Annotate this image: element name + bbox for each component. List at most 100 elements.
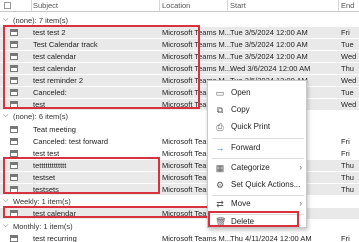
menu-item-label: Open [231, 88, 251, 97]
row-end: Fri [341, 137, 350, 146]
row-subject: Canceled: test forward [33, 137, 109, 146]
move-icon: ⇄ [216, 199, 224, 209]
menu-item-quick-print[interactable]: ⎙ Quick Print [208, 119, 308, 135]
column-subject[interactable]: Subject [33, 1, 58, 10]
calendar-icon [10, 89, 18, 96]
menu-item-label: Copy [231, 105, 250, 114]
row-subject: test calendar [33, 209, 76, 218]
copy-icon: ⧉ [216, 105, 224, 115]
row-start: Tue 3/5/2024 12:00 AM [230, 28, 308, 37]
calendar-icon [10, 150, 18, 157]
group-label: Monthly: 1 item(s) [13, 222, 73, 231]
column-header: Subject Location Start End [0, 0, 359, 12]
menu-item-label: Forward [231, 143, 261, 152]
chevron-down-icon[interactable]: ⌵ [3, 112, 8, 120]
calendar-icon [10, 77, 18, 84]
categorize-icon: ▦ [215, 163, 225, 173]
row-subject: test calendar [33, 52, 76, 61]
column-start[interactable]: Start [230, 1, 246, 10]
row-subject: tettttttttttttt [33, 161, 67, 170]
calendar-icon [10, 138, 18, 145]
menu-item-delete[interactable]: 🗑 Delete [208, 214, 308, 230]
chevron-right-icon: › [299, 163, 302, 172]
menu-item-label: Move [231, 199, 251, 208]
table-row[interactable]: test recurring Microsoft Teams M... Thu … [0, 233, 359, 242]
row-end: Fri [341, 234, 350, 242]
row-start: Thu 4/11/2024 12:00 AM [230, 234, 312, 242]
menu-item-categorize[interactable]: ▦ Categorize › [208, 160, 308, 176]
row-end: Wed [341, 52, 357, 61]
row-start: Wed 3/6/2024 12:00 AM [230, 64, 311, 73]
row-location: Microsoft Teams M... [162, 52, 232, 61]
column-divider [159, 0, 160, 12]
column-divider [31, 0, 32, 12]
row-end: Wed [341, 76, 357, 85]
context-menu: ▭ Open ⧉ Copy ⎙ Quick Print → Forward ▦ … [207, 80, 307, 228]
chevron-down-icon[interactable]: ⌵ [3, 222, 8, 230]
menu-item-set-quick-actions[interactable]: ⚙ Set Quick Actions... [208, 177, 308, 193]
row-end: Thu [341, 185, 354, 194]
calendar-icon [10, 126, 18, 133]
table-row[interactable]: test calendar Microsoft Teams M... Tue 3… [0, 51, 359, 62]
print-icon: ⎙ [216, 122, 224, 132]
row-location: Microsoft Teams M... [162, 234, 232, 242]
open-icon: ▭ [215, 88, 225, 98]
chevron-right-icon: › [299, 199, 302, 208]
row-subject: testset [33, 173, 56, 182]
row-end: Tue [341, 40, 354, 49]
item-type-icon [4, 2, 11, 9]
menu-item-move[interactable]: ⇄ Move › [208, 196, 308, 212]
calendar-icon [10, 162, 18, 169]
menu-item-label: Categorize [231, 163, 270, 172]
menu-item-forward[interactable]: → Forward [208, 140, 308, 156]
delete-icon: 🗑 [215, 217, 227, 227]
row-start: Tue 3/5/2024 12:00 AM [230, 40, 308, 49]
row-subject: test [33, 100, 46, 109]
column-location[interactable]: Location [162, 1, 190, 10]
row-subject: test calendar [33, 64, 76, 73]
chevron-down-icon[interactable]: ⌵ [3, 197, 8, 205]
column-divider [227, 0, 228, 12]
row-location: Microsoft Teams M... [162, 28, 232, 37]
row-location: Microsoft Teams M... [162, 64, 232, 73]
row-subject: test test 2 [33, 28, 66, 37]
row-subject: testsets [33, 185, 59, 194]
row-location: Microsoft Teams M... [162, 40, 232, 49]
row-end: Thu [341, 161, 354, 170]
column-divider [338, 0, 339, 12]
row-subject: Test Calendar track [33, 40, 98, 49]
table-row[interactable]: Test Calendar track Microsoft Teams M...… [0, 39, 359, 50]
row-end: Fri [341, 28, 350, 37]
group-header[interactable]: ⌵ (none): 7 item(s) [0, 15, 359, 26]
chevron-down-icon[interactable]: ⌵ [3, 16, 8, 24]
calendar-icon [10, 235, 18, 242]
menu-divider [212, 138, 304, 139]
menu-divider [212, 158, 304, 159]
row-subject: test test [33, 149, 60, 158]
forward-icon: → [215, 143, 225, 153]
row-end: Tue [341, 88, 354, 97]
row-subject: test reminder 2 [33, 76, 84, 85]
row-subject: Teat meeting [33, 125, 76, 134]
column-end[interactable]: End [341, 1, 354, 10]
calendar-icon [10, 65, 18, 72]
row-subject: Canceled: [33, 88, 67, 97]
calendar-icon [10, 210, 18, 217]
table-row[interactable]: test calendar Microsoft Teams M... Wed 3… [0, 63, 359, 74]
group-label: Weekly: 1 item(s) [13, 197, 71, 206]
calendar-icon [10, 53, 18, 60]
group-label: (none): 7 item(s) [13, 16, 69, 25]
settings-icon: ⚙ [215, 180, 225, 190]
row-end: Wed [341, 100, 357, 109]
row-start: Tue 3/5/2024 12:00 AM [230, 52, 308, 61]
calendar-icon [10, 29, 18, 36]
menu-item-open[interactable]: ▭ Open [208, 85, 308, 101]
row-end: Thu [341, 64, 354, 73]
table-row[interactable]: test test 2 Microsoft Teams M... Tue 3/5… [0, 27, 359, 38]
calendar-icon [10, 174, 18, 181]
calendar-icon [10, 41, 18, 48]
menu-item-label: Set Quick Actions... [231, 180, 301, 189]
menu-item-copy[interactable]: ⧉ Copy [208, 102, 308, 118]
row-subject: test recurring [33, 234, 77, 242]
row-end: Fri [341, 149, 350, 158]
